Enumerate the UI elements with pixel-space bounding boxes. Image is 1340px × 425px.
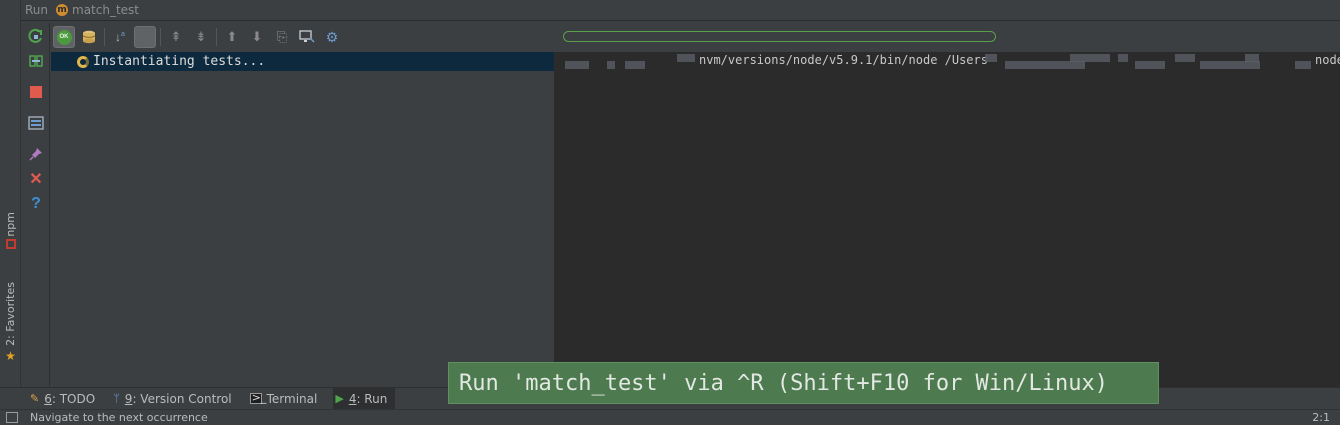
help-icon[interactable]: ?	[27, 195, 45, 213]
caret-position[interactable]: 2:1	[1312, 411, 1330, 424]
redacted-text	[1070, 54, 1110, 62]
test-tree-root-row[interactable]: Instantiating tests...	[51, 52, 554, 71]
redacted-text	[1200, 61, 1260, 69]
rerun-icon[interactable]	[27, 27, 45, 45]
left-tool-stripe: npm 2: Favorites ★	[0, 0, 21, 387]
stop-icon[interactable]	[27, 83, 45, 101]
shortcut-tooltip: Run 'match_test' via ^R (Shift+F10 for W…	[448, 362, 1159, 404]
terminal-icon: >_	[249, 391, 267, 404]
sort-icon: ↓a	[115, 30, 125, 44]
toolbar-separator	[160, 28, 161, 46]
rerun-failed-icon[interactable]	[27, 52, 45, 70]
gear-icon: ⚙	[325, 28, 339, 45]
test-tree-panel: Instantiating tests...	[51, 52, 554, 387]
run-tab[interactable]: ▶ 4: Run	[333, 387, 396, 410]
arrow-up-icon: ⬆	[226, 29, 238, 44]
favorites-tab-label: 2: Favorites	[4, 282, 17, 346]
npm-tool-tab[interactable]: npm	[1, 208, 20, 253]
todo-tab[interactable]: ✎ 6: TODO	[28, 388, 103, 410]
console-output[interactable]: nvm/versions/node/v5.9.1/bin/node /Users…	[555, 52, 1340, 387]
favorites-tool-tab[interactable]: 2: Favorites ★	[1, 270, 20, 375]
star-icon: ★	[5, 348, 16, 363]
run-actions-toolbar: ✕ ?	[22, 23, 50, 387]
settings-button[interactable]: ⚙	[321, 26, 343, 48]
branch-icon: ᛘ	[113, 392, 120, 405]
status-message: Navigate to the next occurrence	[30, 411, 208, 424]
show-passed-toggle[interactable]: OK	[53, 26, 75, 48]
run-window-header: Run m match_test	[21, 0, 1340, 21]
redacted-text	[985, 54, 997, 62]
export-icon: ⎘	[276, 29, 288, 44]
export-button[interactable]: ⎘	[271, 26, 293, 48]
loading-spinner-icon	[77, 55, 89, 68]
status-bar: Navigate to the next occurrence 2:1	[0, 409, 1340, 425]
redacted-text	[1245, 54, 1259, 62]
redacted-text	[607, 61, 615, 69]
import-tests-button[interactable]	[296, 26, 318, 48]
expand-all-button[interactable]: ⇞	[165, 26, 187, 48]
collapse-all-button[interactable]: ⇟	[190, 26, 212, 48]
todo-tab-key: 6	[44, 391, 52, 406]
npm-tab-label: npm	[4, 211, 17, 237]
show-ignored-toggle[interactable]	[78, 26, 100, 48]
version-control-tab[interactable]: ᛘ 9: Version Control	[111, 388, 239, 410]
redacted-text	[1118, 54, 1128, 62]
terminal-tab-label: Terminal	[266, 391, 318, 406]
redacted-text	[1005, 61, 1085, 69]
ok-icon: OK	[56, 29, 72, 45]
run-window-title: Run	[25, 3, 49, 17]
run-config-tab[interactable]: match_test	[72, 3, 139, 17]
test-status-text: Instantiating tests...	[93, 54, 266, 69]
monitor-icon	[299, 30, 315, 43]
next-occurrence-button[interactable]: ⬇	[246, 26, 268, 48]
redacted-text	[1175, 54, 1195, 62]
npm-icon	[5, 239, 16, 250]
run-tab-key: 4	[348, 391, 357, 406]
previous-occurrence-button[interactable]: ⬆	[221, 26, 243, 48]
test-progress-bar	[563, 31, 996, 42]
redacted-text	[677, 54, 695, 62]
stack-icon	[82, 30, 96, 44]
toolbar-separator	[216, 28, 217, 46]
test-tree-toolbar: OK ↓a ⇞ ⇟ ⬆ ⬇ ⎘ ⚙	[51, 23, 555, 51]
redacted-text	[1135, 61, 1165, 69]
todo-icon: ✎	[30, 392, 40, 405]
mocha-config-icon: m	[56, 4, 69, 16]
toolbar-separator	[104, 28, 105, 46]
sort-alphabetically-button[interactable]: ↓a	[109, 26, 131, 48]
redacted-text	[625, 61, 645, 69]
redacted-text	[1295, 61, 1311, 69]
arrow-down-icon: ⬇	[251, 29, 263, 44]
close-icon[interactable]: ✕	[27, 170, 45, 188]
ide-window: npm 2: Favorites ★ Run m match_test ✕ ? …	[0, 0, 1340, 425]
run-tab-label: : Run	[356, 391, 388, 406]
todo-tab-label: : TODO	[51, 391, 96, 406]
run-icon: ▶	[335, 392, 344, 405]
console-command-line: nvm/versions/node/v5.9.1/bin/node /Users	[699, 53, 988, 67]
terminal-tab[interactable]: >_ Terminal	[248, 388, 326, 410]
pin-icon[interactable]	[27, 145, 45, 163]
console-command-tail: node	[1315, 53, 1340, 67]
expand-all-icon: ⇞	[170, 29, 182, 44]
layout-icon[interactable]	[27, 114, 45, 132]
vcs-tab-key: 9	[124, 391, 133, 406]
vcs-tab-label: : Version Control	[132, 391, 232, 406]
tool-windows-toggle-icon[interactable]	[6, 412, 18, 423]
sort-by-duration-toggle[interactable]	[134, 26, 156, 48]
redacted-text	[565, 61, 589, 69]
collapse-all-icon: ⇟	[195, 29, 207, 44]
